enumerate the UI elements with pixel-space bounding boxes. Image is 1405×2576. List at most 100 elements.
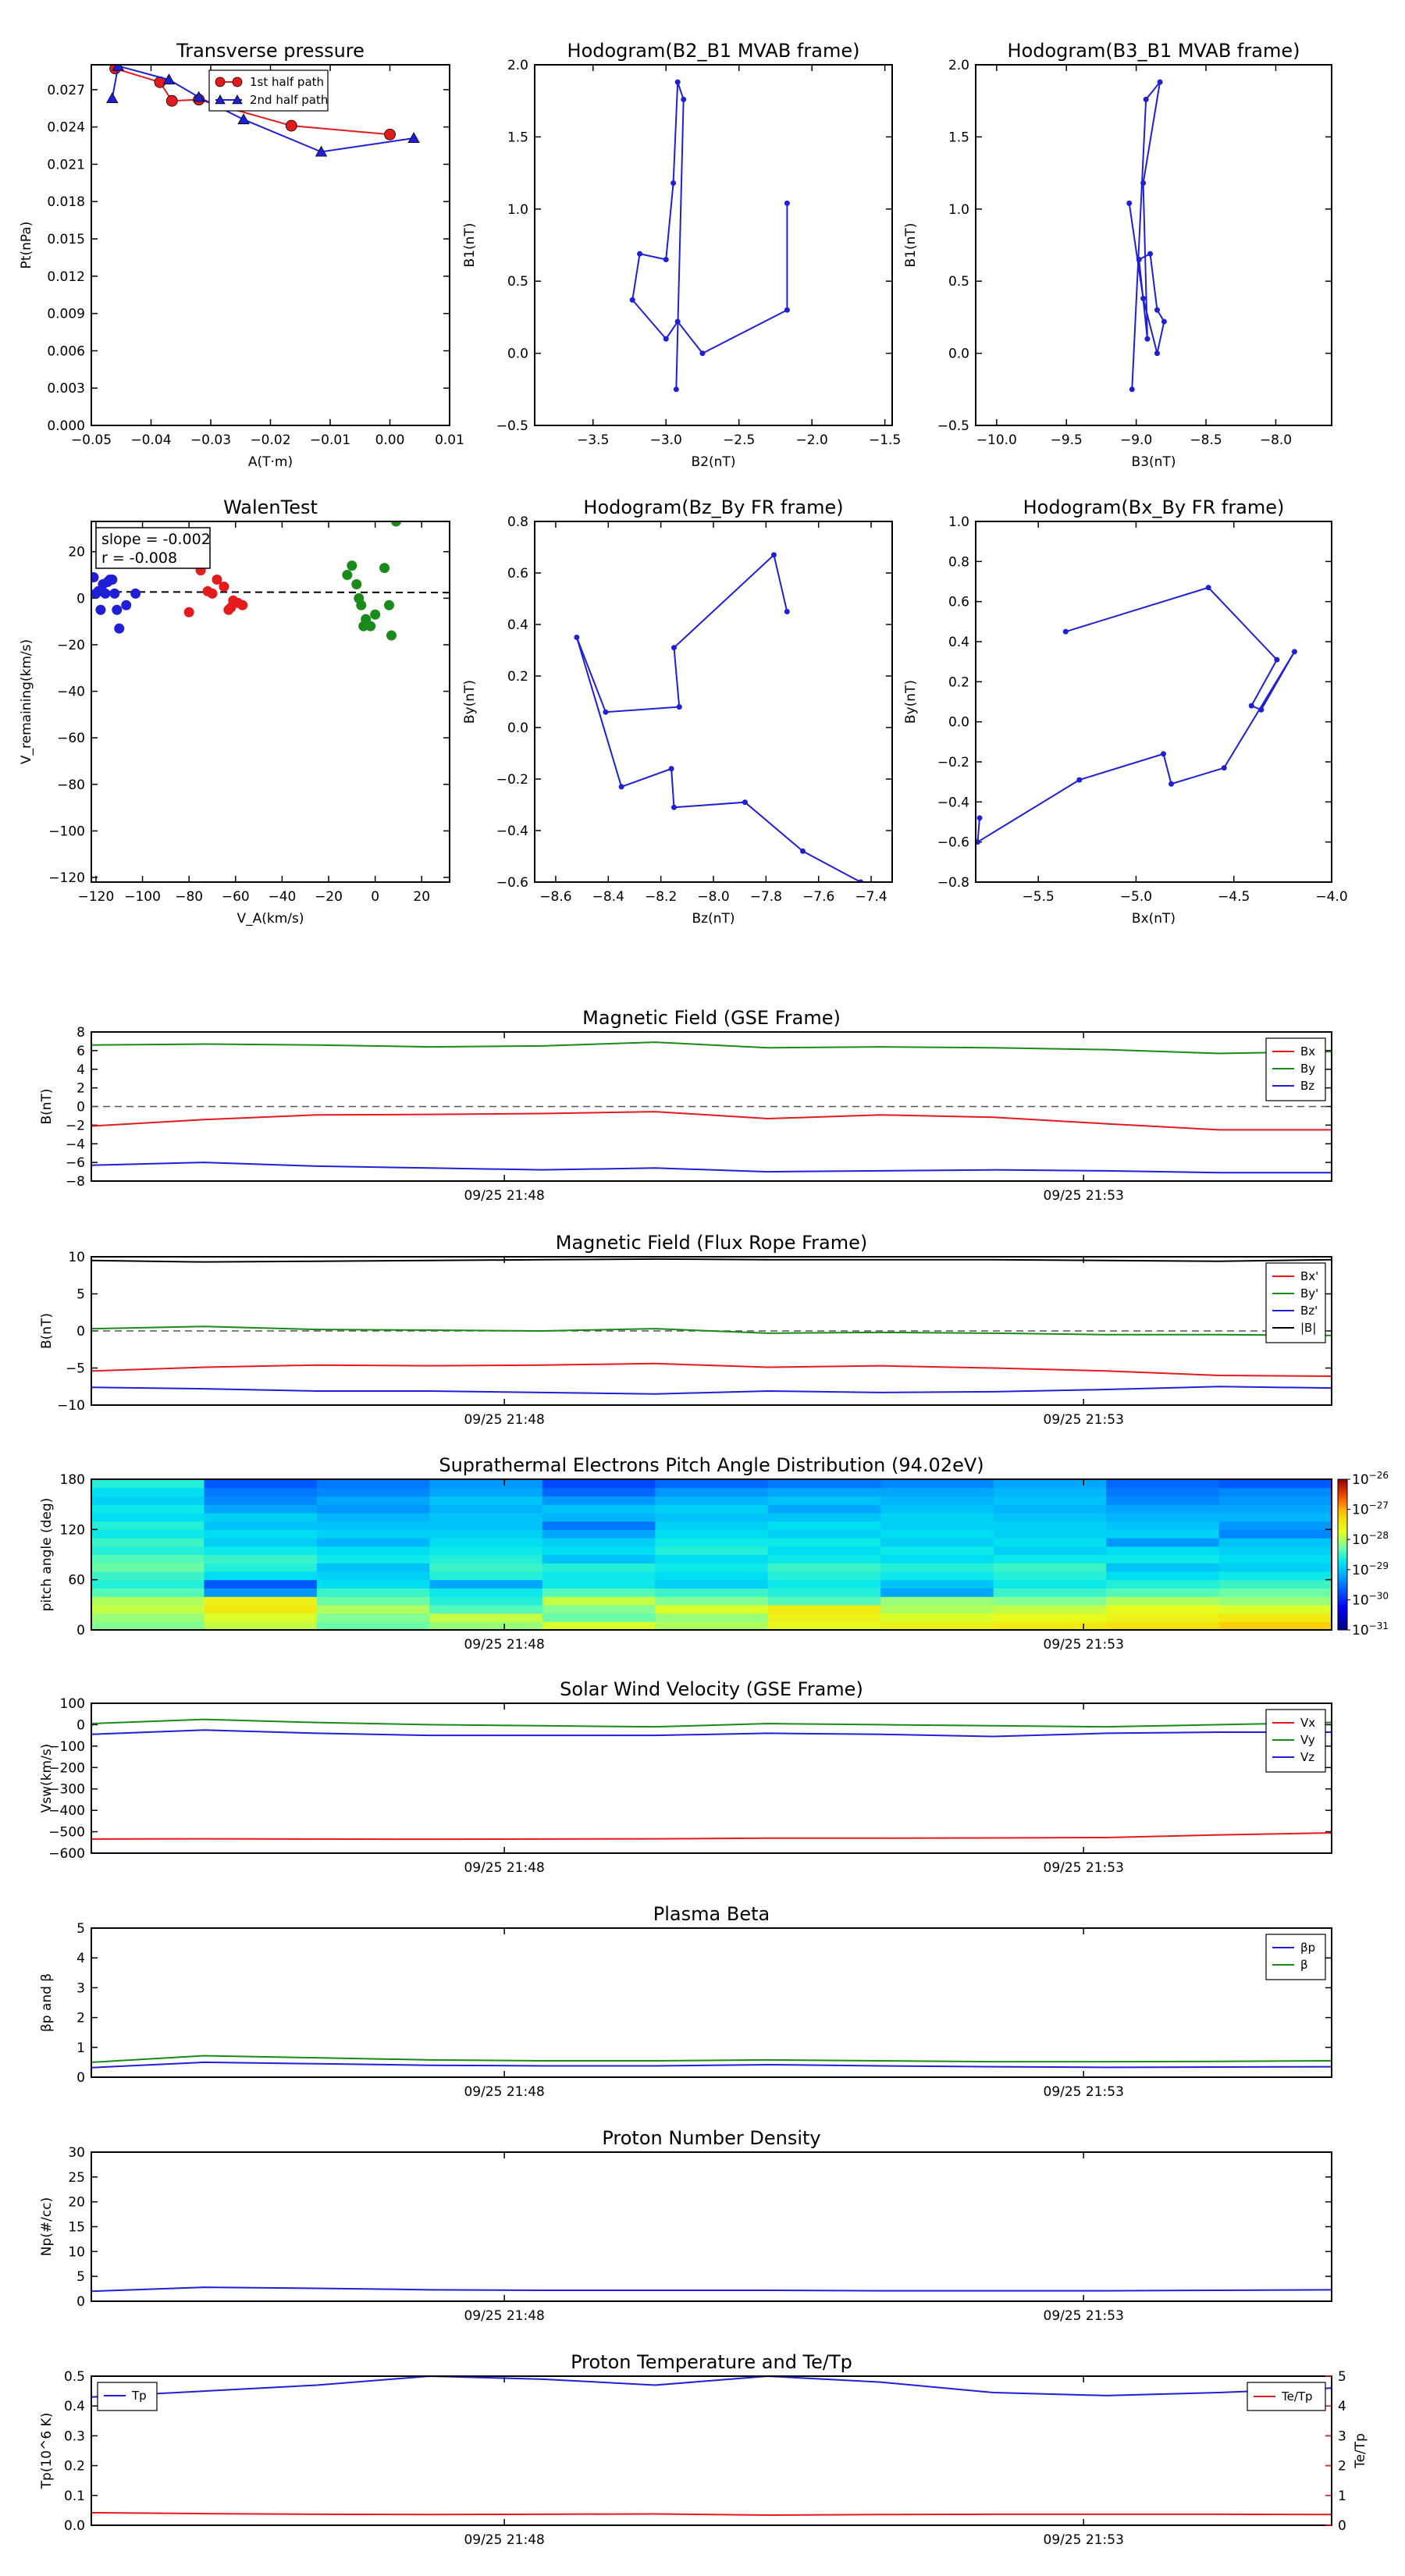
y-axis-label: By(nT)	[903, 680, 919, 724]
data-point	[1154, 307, 1160, 313]
heatmap-cell	[767, 1546, 881, 1556]
heatmap-cell	[767, 1479, 881, 1489]
y2-tick-label: 1	[1338, 2489, 1346, 2504]
y-tick-label: 0.021	[47, 157, 85, 173]
legend: Bx' By' Bz' |B|	[1265, 1262, 1326, 1343]
heatmap-cell	[655, 1496, 769, 1505]
y-tick-label: 0.009	[47, 307, 85, 322]
data-point	[223, 604, 234, 615]
data-point	[384, 128, 396, 141]
y-tick-label: 0.4	[948, 635, 969, 650]
heatmap-cell	[204, 1479, 318, 1489]
heatmap-cell	[316, 1554, 430, 1564]
x-tick-label: −10.0	[976, 432, 1017, 448]
x-tick-label: 0.00	[375, 432, 405, 448]
y-tick-label: 0.018	[47, 194, 85, 210]
heatmap-cell	[316, 1487, 430, 1497]
heatmap-cell	[542, 1613, 656, 1622]
x-tick-label: 09/25 21:53	[1044, 2308, 1124, 2324]
heatmap-cell	[542, 1496, 656, 1505]
series-line-|B|	[91, 1258, 1332, 1263]
colorbar-tick-label: 10−26	[1352, 1470, 1389, 1488]
plot-frame	[91, 2151, 1332, 2302]
heatmap-cell	[542, 1546, 656, 1556]
data-point	[670, 804, 677, 810]
x-tick-label: −9.0	[1120, 432, 1152, 448]
data-point	[342, 570, 353, 581]
chart-title: Plasma Beta	[653, 1903, 770, 1925]
heatmap-cell	[993, 1579, 1107, 1589]
heatmap-cell	[429, 1604, 543, 1614]
data-point	[668, 766, 674, 772]
legend: Vx Vy Vz	[1265, 1709, 1326, 1773]
plot-area	[976, 585, 1297, 845]
colorbar: 10−26 10−27 10−28 10−29 10−30 10−31	[1337, 1470, 1389, 1638]
y-tick-label: −20	[57, 638, 85, 653]
plot-frame	[534, 64, 893, 426]
data-point	[379, 563, 390, 574]
x-tick-label: −9.5	[1051, 432, 1083, 448]
y-tick-label: −600	[48, 1846, 85, 1862]
x-tick-label: 09/25 21:48	[464, 1188, 544, 1204]
y-tick-label: −4	[66, 1137, 85, 1152]
data-point	[285, 119, 297, 132]
panel-pt: 0.000 0.003 0.006 0.009 0.012 0.015 0.018 0.021…	[19, 40, 464, 470]
heatmap-cell	[1218, 1554, 1332, 1564]
data-point	[674, 318, 681, 325]
heatmap-cell	[316, 1512, 430, 1522]
data-point	[237, 113, 250, 125]
heatmap-cell	[1106, 1538, 1220, 1547]
heatmap-cell	[993, 1596, 1107, 1606]
x-tick-label: −8.5	[1190, 432, 1222, 448]
x-axis-label: A(T·m)	[248, 454, 293, 470]
data-point	[351, 578, 362, 589]
y-tick-label: 5	[76, 2269, 85, 2285]
y-tick-label: 0.4	[507, 617, 528, 633]
heatmap-cell	[1106, 1571, 1220, 1581]
data-point	[91, 572, 99, 583]
legend-right: Te/Tp	[1247, 2382, 1326, 2411]
y-tick-label: 1.5	[507, 130, 528, 145]
y-tick-label: 15	[68, 2220, 85, 2236]
x-tick-label: −0.01	[310, 432, 350, 448]
data-point	[1274, 656, 1280, 663]
y-tick-label: 0.0	[64, 2518, 85, 2534]
data-point	[219, 581, 229, 592]
y-tick-label: 0.027	[47, 83, 85, 98]
x-tick-label: −7.8	[750, 889, 782, 905]
y-tick-label: −0.2	[937, 755, 969, 770]
heatmap-cell	[1106, 1596, 1220, 1606]
heatmap-cell	[1218, 1496, 1332, 1505]
x-axis-label: B2(nT)	[692, 454, 736, 470]
data-point	[109, 588, 120, 599]
data-point	[95, 604, 106, 615]
x-tick-label: −7.4	[855, 889, 887, 905]
heatmap-cell	[429, 1504, 543, 1514]
heatmap-cell	[316, 1538, 430, 1547]
heatmap-cell	[655, 1538, 769, 1547]
data-point	[407, 132, 420, 143]
legend: Tp	[97, 2382, 158, 2411]
heatmap-cell	[767, 1554, 881, 1564]
panel-bgse: −8 −6 −4 −2 0 2 4 6 8 09/25 21:48 09/25 21:53 Magne…	[39, 1007, 1332, 1204]
y-axis-label: B1(nT)	[903, 223, 919, 268]
data-point	[1062, 628, 1069, 635]
heatmap-cell	[542, 1596, 656, 1606]
colorbar-tick-label: 10−30	[1352, 1590, 1389, 1608]
y-tick-label: 0.5	[507, 274, 528, 290]
series-0	[629, 79, 790, 393]
data-point	[1161, 751, 1167, 757]
y-tick-label: 4	[76, 1951, 85, 1966]
heatmap-cell	[429, 1621, 543, 1631]
x-tick-label: −5.0	[1120, 889, 1152, 905]
heatmap-cell	[655, 1613, 769, 1622]
plot-area	[91, 1718, 1332, 1841]
y-tick-label: 0.8	[948, 554, 969, 570]
heatmap-cell	[91, 1571, 205, 1581]
panel-beta: 0 1 2 3 4 5 09/25 21:48 09/25 21:53 Plasma Beta β…	[39, 1903, 1332, 2100]
heatmap-cell	[429, 1554, 543, 1564]
data-point	[673, 386, 679, 393]
heatmap-cell	[542, 1579, 656, 1589]
heatmap-cell	[655, 1521, 769, 1530]
heatmap-cell	[429, 1613, 543, 1622]
